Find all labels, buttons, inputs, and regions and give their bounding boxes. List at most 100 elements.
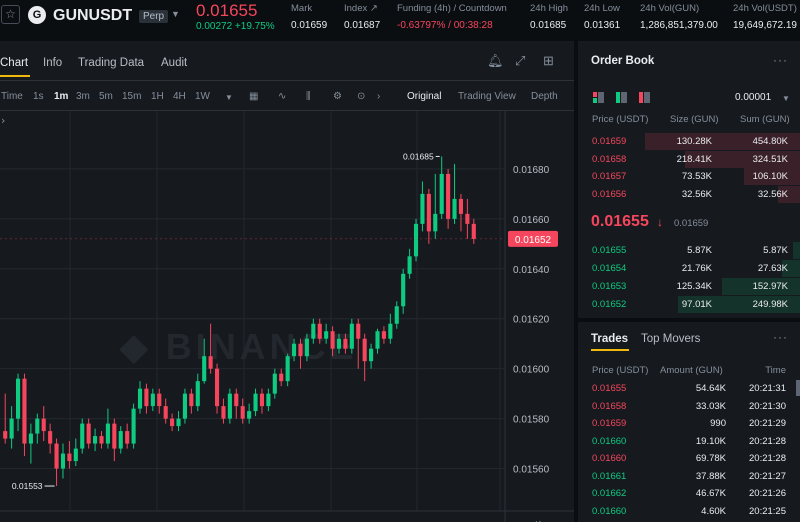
candle-body	[285, 356, 290, 382]
bid-price: 0.01653	[592, 281, 627, 292]
chevron-right-icon: ›	[1, 114, 5, 127]
candle-body	[336, 338, 342, 349]
timeframe-5m[interactable]: 5m	[99, 91, 113, 102]
view-depth[interactable]: Depth	[531, 91, 558, 102]
candle-body	[298, 343, 303, 357]
stat-value: 0.01687	[344, 20, 381, 31]
candle-body	[195, 381, 200, 407]
candle-body	[112, 423, 117, 449]
ask-row[interactable]: 0.01656 32.56K 32.56K	[578, 185, 800, 203]
candle-body	[54, 443, 59, 469]
tab-chart[interactable]: Chart	[0, 57, 28, 69]
bid-row[interactable]: 0.01655 5.87K 5.87K	[578, 242, 800, 259]
col-price: Price (USDT)	[592, 365, 649, 376]
ask-price: 0.01658	[592, 153, 627, 165]
chevron-down-icon[interactable]: ▼	[782, 94, 790, 103]
tab-trades[interactable]: Trades	[591, 333, 628, 345]
timeframe-1s[interactable]: 1s	[33, 91, 44, 102]
ask-sum: 32.56K	[757, 188, 788, 200]
candle-body	[189, 393, 194, 407]
chevron-right-icon[interactable]: ›	[377, 91, 380, 102]
symbol-name[interactable]: GUNUSDT	[53, 7, 132, 25]
current-price-label: 0.01652	[515, 235, 552, 246]
precision-select[interactable]: 0.00001	[735, 92, 771, 103]
tab-info[interactable]: Info	[43, 57, 62, 69]
trade-price: 0.01659	[592, 418, 627, 429]
y-tick-label: 0.01600	[513, 365, 550, 376]
candle-body	[394, 306, 399, 324]
ask-sum: 106.10K	[752, 171, 788, 182]
timeframe-time[interactable]: Time	[1, 91, 23, 102]
order-book-view-icons[interactable]	[593, 92, 653, 104]
bid-row[interactable]: 0.01653 125.34K 152.97K	[578, 278, 800, 295]
more-icon[interactable]: ···	[773, 53, 788, 67]
settings-icon[interactable]: ⚙	[333, 91, 342, 102]
tab-audit[interactable]: Audit	[161, 57, 187, 69]
bid-row[interactable]: 0.01654 21.76K 27.63K	[578, 260, 800, 277]
layout-grid-icon[interactable]: ⊞	[543, 53, 554, 69]
candle-body	[458, 198, 464, 214]
timeframe-4h[interactable]: 4H	[173, 91, 186, 102]
candle-body	[48, 431, 53, 444]
candle-type-icon[interactable]: ⫼	[306, 91, 311, 102]
trade-amount: 19.10K	[695, 435, 726, 447]
candle-body	[388, 323, 393, 339]
candle-body	[125, 431, 130, 444]
indicator-icon[interactable]: ∿	[278, 91, 286, 102]
stat-24h-vol-gun: 24h Vol(GUN) 1,286,851,379.00	[640, 3, 718, 31]
ask-price: 0.01659	[592, 136, 627, 147]
trade-amount: 54.64K	[695, 383, 726, 394]
candle-body	[369, 348, 374, 362]
view-trading-view[interactable]: Trading View	[458, 91, 516, 102]
stat-value: 0.01361	[584, 20, 621, 31]
candlestick-chart[interactable]: ◆ BINANCE 0.01560 0.01580 0.01600 0.01620 0.0…	[0, 111, 574, 522]
timeframe-15m[interactable]: 15m	[122, 91, 141, 102]
star-icon[interactable]: ☆	[1, 5, 20, 24]
trade-price: 0.01660	[592, 453, 627, 464]
calendar-icon[interactable]: ▦	[249, 91, 258, 102]
expand-icon[interactable]: ⤢	[515, 53, 525, 69]
candle-body	[41, 418, 46, 432]
y-tick-label: 0.01680	[513, 165, 550, 176]
stat-value: 0.01659	[291, 20, 328, 31]
more-tools-icon[interactable]: ⊙	[357, 91, 365, 102]
stat-value: -0.63797% / 00:38:28	[397, 20, 507, 31]
stat-value: 0.01685	[530, 20, 567, 31]
candle-body	[176, 418, 181, 427]
candle-body	[247, 411, 252, 419]
ask-row[interactable]: 0.01657 73.53K 106.10K	[578, 168, 800, 185]
trade-row: 0.01659 990 20:21:29	[578, 416, 800, 433]
ask-row[interactable]: 0.01658 218.41K 324.51K	[578, 150, 800, 168]
chevron-down-icon[interactable]: ▼	[225, 93, 233, 102]
ask-size: 73.53K	[681, 171, 712, 182]
candle-body	[317, 323, 322, 339]
candle-body	[227, 393, 232, 419]
candle-body	[426, 193, 431, 232]
candle-body	[157, 393, 162, 407]
candle-body	[234, 393, 239, 407]
bell-icon[interactable]: 🔔︎	[487, 53, 504, 69]
tab-trading-data[interactable]: Trading Data	[78, 57, 144, 69]
y-tick-label: 0.01640	[513, 265, 550, 276]
funding-rate: -0.63797% / 00:38:28	[397, 20, 493, 31]
bid-price: 0.01655	[592, 245, 627, 256]
ask-row[interactable]: 0.01659 130.28K 454.80K	[578, 133, 800, 150]
candle-body	[420, 193, 425, 224]
y-tick-label: 0.01620	[513, 315, 550, 326]
tab-top-movers[interactable]: Top Movers	[641, 333, 700, 345]
stat-24h-low: 24h Low 0.01361	[584, 3, 620, 31]
timeframe-1w[interactable]: 1W	[195, 91, 210, 102]
more-icon[interactable]: ···	[773, 330, 788, 344]
timeframe-1h[interactable]: 1H	[151, 91, 164, 102]
chevron-down-icon[interactable]: ▼	[171, 9, 180, 19]
bid-row[interactable]: 0.01652 97.01K 249.98K	[578, 296, 800, 313]
timeframe-3m[interactable]: 3m	[76, 91, 90, 102]
view-original[interactable]: Original	[407, 91, 441, 102]
stat-index[interactable]: Index ↗ 0.01687	[344, 3, 380, 31]
bid-price: 0.01654	[592, 263, 627, 274]
candle-body	[93, 436, 98, 444]
candle-body	[446, 173, 451, 219]
candle-body	[182, 393, 187, 419]
timeframe-1m[interactable]: 1m	[54, 91, 68, 102]
candle-body	[170, 418, 175, 427]
